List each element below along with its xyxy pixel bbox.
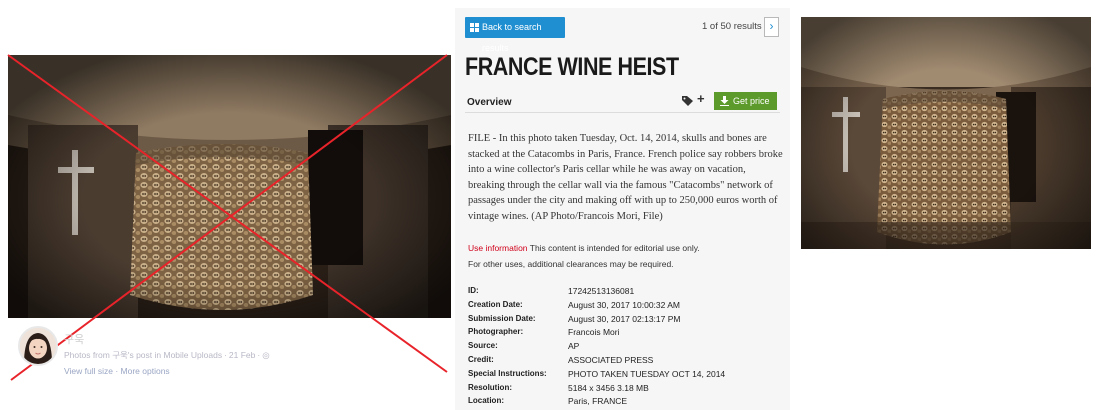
download-icon	[720, 96, 729, 106]
meta-value: Paris, FRANCE	[568, 396, 628, 407]
avatar[interactable]	[18, 326, 58, 366]
table-row: Resolution: 5184 x 3456 3.18 MB	[468, 383, 725, 397]
results-counter: 1 of 50 results	[702, 21, 762, 32]
tab-overview[interactable]: Overview	[467, 97, 511, 108]
usage-line-editorial: Use information This content is intended…	[468, 240, 784, 256]
photo-actions: View full size · More options	[64, 366, 170, 376]
plus-icon[interactable]: +	[697, 91, 705, 106]
more-options-link[interactable]: More options	[121, 366, 170, 376]
get-price-button[interactable]: Get price	[714, 92, 777, 110]
separator: ·	[257, 350, 261, 360]
view-full-size-link[interactable]: View full size	[64, 366, 113, 376]
page-title: FRANCE WINE HEIST	[465, 53, 679, 81]
table-row: Credit: ASSOCIATED PRESS	[468, 355, 725, 369]
meta-key: Resolution:	[468, 382, 512, 392]
meta-key: Creation Date:	[468, 299, 523, 309]
profile-photo-icon	[20, 328, 56, 364]
metadata-table: ID: 17242513136081 Creation Date: August 3…	[468, 286, 725, 410]
photo-meta: Photos from 구욱's post in Mobile Uploads ·…	[64, 349, 270, 361]
profile-name[interactable]: 구욱	[64, 331, 84, 347]
next-result-button[interactable]: ›	[764, 17, 779, 37]
meta-key: ID:	[468, 286, 479, 295]
post-owner-link[interactable]: 구욱's post in Mobile Uploads	[112, 350, 222, 360]
meta-value: August 30, 2017 10:00:32 AM	[568, 299, 681, 310]
ap-photo-preview[interactable]	[801, 17, 1091, 249]
meta-key: Submission Date:	[468, 313, 536, 323]
grid-icon	[470, 23, 479, 32]
use-information-link[interactable]: Use information	[468, 243, 528, 253]
globe-icon: ◎	[262, 350, 270, 360]
meta-value: 5184 x 3456 3.18 MB	[568, 382, 649, 393]
table-row: ID: 17242513136081	[468, 286, 725, 300]
separator: ·	[112, 366, 121, 376]
meta-value: Francois Mori	[568, 327, 620, 338]
catacomb-photo-image	[8, 55, 451, 318]
table-row: Creation Date: August 30, 2017 10:00:32 A…	[468, 300, 725, 314]
facebook-photo[interactable]	[8, 55, 451, 318]
meta-prefix: Photos from	[64, 350, 110, 360]
meta-value: 17242513136081	[568, 286, 635, 296]
table-row: Location: Paris, FRANCE	[468, 396, 725, 410]
usage-info: Use information This content is intended…	[468, 240, 784, 272]
separator: ·	[224, 350, 227, 360]
meta-value: AP	[568, 341, 580, 352]
chevron-right-icon: ›	[769, 19, 774, 33]
meta-value: August 30, 2017 02:13:17 PM	[568, 313, 681, 324]
meta-value: ASSOCIATED PRESS	[568, 354, 654, 365]
divider	[465, 112, 780, 113]
editorial-notice: This content is intended for editorial u…	[529, 243, 700, 253]
meta-value: PHOTO TAKEN TUESDAY OCT 14, 2014	[568, 368, 726, 379]
table-row: Submission Date: August 30, 2017 02:13:17…	[468, 314, 725, 328]
meta-key: Source:	[468, 341, 498, 351]
meta-key: Photographer:	[468, 327, 524, 337]
photo-caption: FILE - In this photo taken Tuesday, Oct.…	[468, 133, 783, 222]
other-uses-notice: For other uses, additional clearances ma…	[468, 259, 674, 269]
meta-key: Location:	[468, 396, 504, 406]
catacomb-photo-image	[801, 17, 1091, 249]
tag-icon[interactable]	[682, 96, 693, 106]
back-to-results-button[interactable]: Back to search results	[465, 17, 565, 53]
meta-key: Credit:	[468, 354, 494, 364]
post-date[interactable]: 21 Feb	[229, 350, 255, 360]
table-row: Special Instructions: PHOTO TAKEN TUESDAY…	[468, 369, 725, 383]
get-price-label: Get price	[733, 96, 770, 106]
table-row: Source: AP	[468, 341, 725, 355]
table-row: Photographer: Francois Mori	[468, 327, 725, 341]
meta-key: Special Instructions:	[468, 368, 547, 378]
